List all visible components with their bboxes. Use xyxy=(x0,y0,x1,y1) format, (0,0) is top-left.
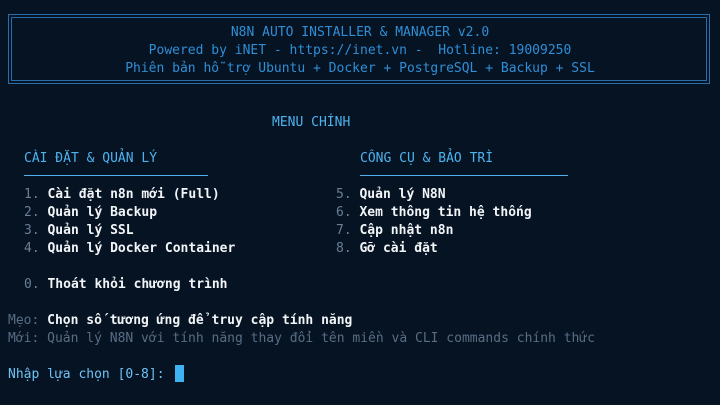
banner-powered-by: Powered by iNET - https://inet.vn - Hotl… xyxy=(148,43,572,58)
menu-item-7[interactable]: 7. Cập nhật n8n xyxy=(336,223,453,238)
menu-item-number: 5. xyxy=(336,187,352,202)
new-text: Quản lý N8N với tính năng thay đổi tên m… xyxy=(47,331,596,346)
new-label: Mới: xyxy=(8,331,40,346)
section-tools-maintenance: CÔNG CỤ & BẢO TRÌ xyxy=(360,151,494,166)
section-install-manage: CÀI ĐẶT & QUẢN LÝ xyxy=(24,151,158,166)
tip-line: Mẹo: Chọn số tương ứng để truy cập tính … xyxy=(8,313,352,328)
menu-item-label: Quản lý N8N xyxy=(359,187,446,202)
menu-item-6[interactable]: 6. Xem thông tin hệ thống xyxy=(336,205,532,220)
menu-item-3[interactable]: 3. Quản lý SSL xyxy=(24,223,134,238)
menu-item-number: 0. xyxy=(24,277,40,292)
menu-item-5[interactable]: 5. Quản lý N8N xyxy=(336,187,446,202)
section-underline-left xyxy=(24,175,208,176)
menu-item-label: Gỡ cài đặt xyxy=(359,241,438,256)
menu-item-4[interactable]: 4. Quản lý Docker Container xyxy=(24,241,235,256)
menu-item-number: 1. xyxy=(24,187,40,202)
menu-item-label: Xem thông tin hệ thống xyxy=(359,205,532,220)
menu-item-2[interactable]: 2. Quản lý Backup xyxy=(24,205,157,220)
menu-item-label: Cập nhật n8n xyxy=(359,223,454,238)
tip-text: Chọn số tương ứng để truy cập tính năng xyxy=(47,313,353,328)
new-feature-line: Mới: Quản lý N8N với tính năng thay đổi … xyxy=(8,331,595,346)
menu-item-number: 2. xyxy=(24,205,40,220)
menu-item-0-exit[interactable]: 0. Thoát khỏi chương trình xyxy=(24,277,228,292)
menu-item-8[interactable]: 8. Gỡ cài đặt xyxy=(336,241,438,256)
menu-item-1[interactable]: 1. Cài đặt n8n mới (Full) xyxy=(24,187,220,202)
menu-item-number: 4. xyxy=(24,241,40,256)
input-prompt: Nhập lựa chọn [0-8]: xyxy=(8,367,165,382)
menu-item-number: 8. xyxy=(336,241,352,256)
input-cursor[interactable] xyxy=(175,365,184,382)
menu-item-number: 7. xyxy=(336,223,352,238)
menu-item-number: 6. xyxy=(336,205,352,220)
menu-item-number: 3. xyxy=(24,223,40,238)
section-underline-right xyxy=(360,175,568,176)
banner-support-line: Phiên bản hỗ trợ Ubuntu + Docker + Postg… xyxy=(125,61,595,76)
banner-title: N8N AUTO INSTALLER & MANAGER v2.0 xyxy=(230,25,490,40)
menu-item-label: Quản lý SSL xyxy=(47,223,134,238)
menu-item-label: Quản lý Docker Container xyxy=(47,241,236,256)
tip-label: Mẹo: xyxy=(8,313,40,328)
menu-item-label: Thoát khỏi chương trình xyxy=(47,277,228,292)
menu-item-label: Quản lý Backup xyxy=(47,205,158,220)
menu-item-label: Cài đặt n8n mới (Full) xyxy=(47,187,220,202)
menu-title: MENU CHÍNH xyxy=(272,115,351,130)
